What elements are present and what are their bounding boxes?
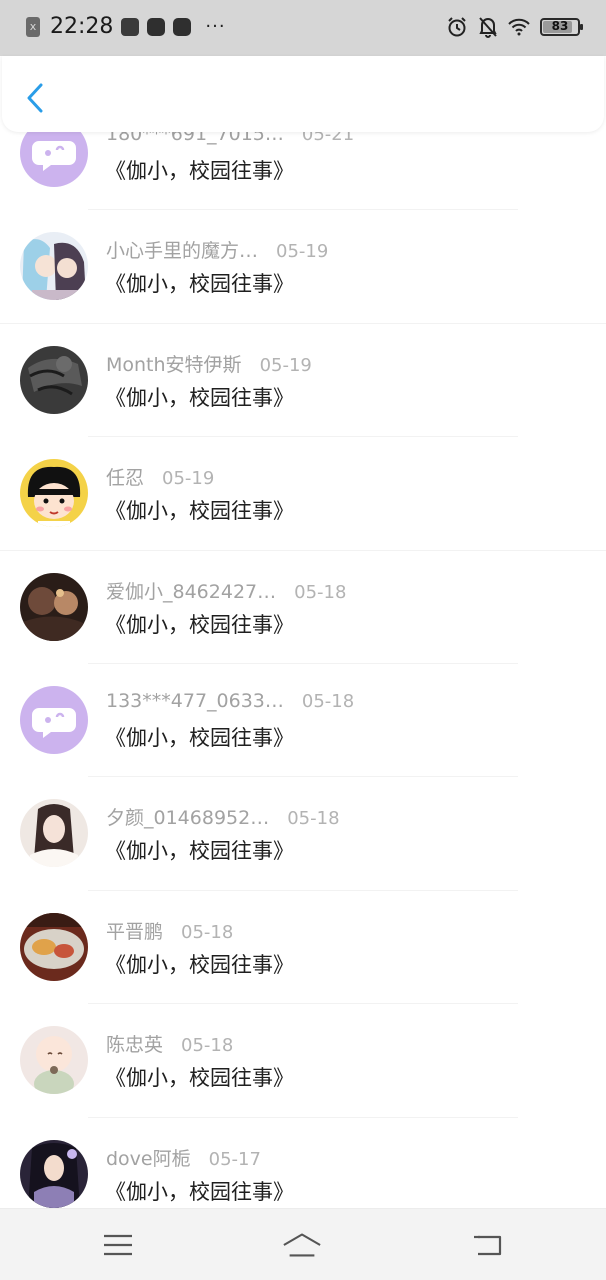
comment-title: 《伽小，校园往事》 <box>105 272 294 297</box>
comment-date: 05-19 <box>162 468 215 490</box>
comment-title: 《伽小，校园往事》 <box>105 839 294 864</box>
comment-row[interactable]: 平晋鹏 05-18 《伽小，校园往事》 <box>0 891 606 1005</box>
user-name[interactable]: 陈忠英 <box>106 1030 163 1057</box>
home-button[interactable] <box>282 1227 322 1263</box>
comment-row[interactable]: 夕颜_01468952… 05-18 《伽小，校园往事》 <box>0 777 606 891</box>
back-arrow-icon <box>474 1235 502 1256</box>
user-name[interactable]: 爱伽小_8462427… <box>106 577 276 604</box>
user-name[interactable]: 任忍 <box>106 463 144 490</box>
avatar[interactable] <box>20 459 88 528</box>
comment-meta: 陈忠英 05-18 <box>106 1030 233 1057</box>
comment-title: 《伽小，校园往事》 <box>105 385 294 410</box>
comment-title: 《伽小，校园往事》 <box>105 1179 294 1204</box>
menu-button[interactable] <box>98 1227 138 1263</box>
status-left: x 22:28 ··· <box>26 14 226 39</box>
comment-row[interactable]: 陈忠英 05-18 《伽小，校园往事》 <box>0 1004 606 1118</box>
comment-meta: 夕颜_01468952… 05-18 <box>106 803 340 830</box>
back-button[interactable] <box>20 80 50 116</box>
comment-date: 05-19 <box>259 354 312 376</box>
comment-meta: 平晋鹏 05-18 <box>106 917 233 944</box>
chevron-left-icon <box>27 83 43 113</box>
cloud-icon <box>173 17 192 36</box>
comment-date: 05-18 <box>301 690 355 712</box>
avatar[interactable] <box>20 572 88 641</box>
system-nav-bar <box>0 1208 606 1280</box>
comment-title: 《伽小，校园往事》 <box>105 159 294 183</box>
user-name[interactable]: Month安特伊斯 <box>106 350 242 377</box>
top-header <box>2 56 604 132</box>
status-time: 22:28 <box>50 14 114 39</box>
status-bar: x 22:28 ··· 83 <box>0 0 606 56</box>
comment-date: 05-18 <box>181 921 234 943</box>
comment-date: 05-17 <box>208 1148 261 1170</box>
comment-list: 180***691_7015… 05-21 《伽小，校园往事》 小心手里的魔方… 05-… <box>0 97 606 1231</box>
comment-date: 05-18 <box>294 581 347 603</box>
comment-title: 《伽小，校园往事》 <box>105 725 294 750</box>
comment-meta: 小心手里的魔方… 05-19 <box>106 236 328 263</box>
user-name[interactable]: 133***477_0633… <box>106 690 284 712</box>
comment-meta: dove阿栀 05-17 <box>106 1144 261 1171</box>
comment-row[interactable]: Month安特伊斯 05-19 《伽小，校园往事》 <box>0 324 606 438</box>
comment-date: 05-19 <box>276 241 329 263</box>
home-icon <box>283 1233 321 1257</box>
comment-title: 《伽小，校园往事》 <box>105 612 294 637</box>
more-notifications-icon: ··· <box>205 16 226 37</box>
avatar[interactable] <box>20 232 88 301</box>
mail-icon <box>121 17 140 36</box>
avatar[interactable] <box>20 345 88 414</box>
menu-icon <box>104 1234 132 1256</box>
comment-date: 05-18 <box>181 1035 234 1057</box>
comment-meta: 133***477_0633… 05-18 <box>106 690 354 712</box>
comment-meta: 任忍 05-19 <box>106 463 214 490</box>
back-nav-button[interactable] <box>468 1227 508 1263</box>
comment-title: 《伽小，校园往事》 <box>105 952 294 977</box>
alarm-icon <box>448 17 466 37</box>
user-name[interactable]: 夕颜_01468952… <box>106 803 269 830</box>
comment-row[interactable]: 任忍 05-19 《伽小，校园往事》 <box>0 437 606 551</box>
avatar[interactable] <box>20 1139 88 1208</box>
comment-meta: Month安特伊斯 05-19 <box>106 350 312 377</box>
avatar[interactable] <box>20 912 88 981</box>
user-name[interactable]: 小心手里的魔方… <box>106 236 258 263</box>
comment-title: 《伽小，校园往事》 <box>105 1066 294 1091</box>
comment-meta: 爱伽小_8462427… 05-18 <box>106 577 346 604</box>
bell-mute-icon <box>479 17 497 38</box>
wifi-icon <box>508 18 530 36</box>
cloud-icon <box>147 17 166 36</box>
avatar[interactable] <box>20 799 88 868</box>
comment-row[interactable]: 小心手里的魔方… 05-19 《伽小，校园往事》 <box>0 210 606 324</box>
comment-row[interactable]: 爱伽小_8462427… 05-18 《伽小，校园往事》 <box>0 551 606 664</box>
user-name[interactable]: 平晋鹏 <box>106 917 163 944</box>
battery-icon: 83 <box>540 18 583 36</box>
comment-date: 05-18 <box>287 808 340 830</box>
comment-title: 《伽小，校园往事》 <box>105 499 294 524</box>
notification-close-icon: x <box>26 16 40 37</box>
battery-level: 83 <box>551 19 569 33</box>
avatar[interactable] <box>20 1026 88 1095</box>
avatar[interactable] <box>20 685 88 754</box>
comment-row[interactable]: 133***477_0633… 05-18 《伽小，校园往事》 <box>0 664 606 778</box>
user-name[interactable]: dove阿栀 <box>106 1144 191 1171</box>
status-right: 83 <box>446 16 583 38</box>
